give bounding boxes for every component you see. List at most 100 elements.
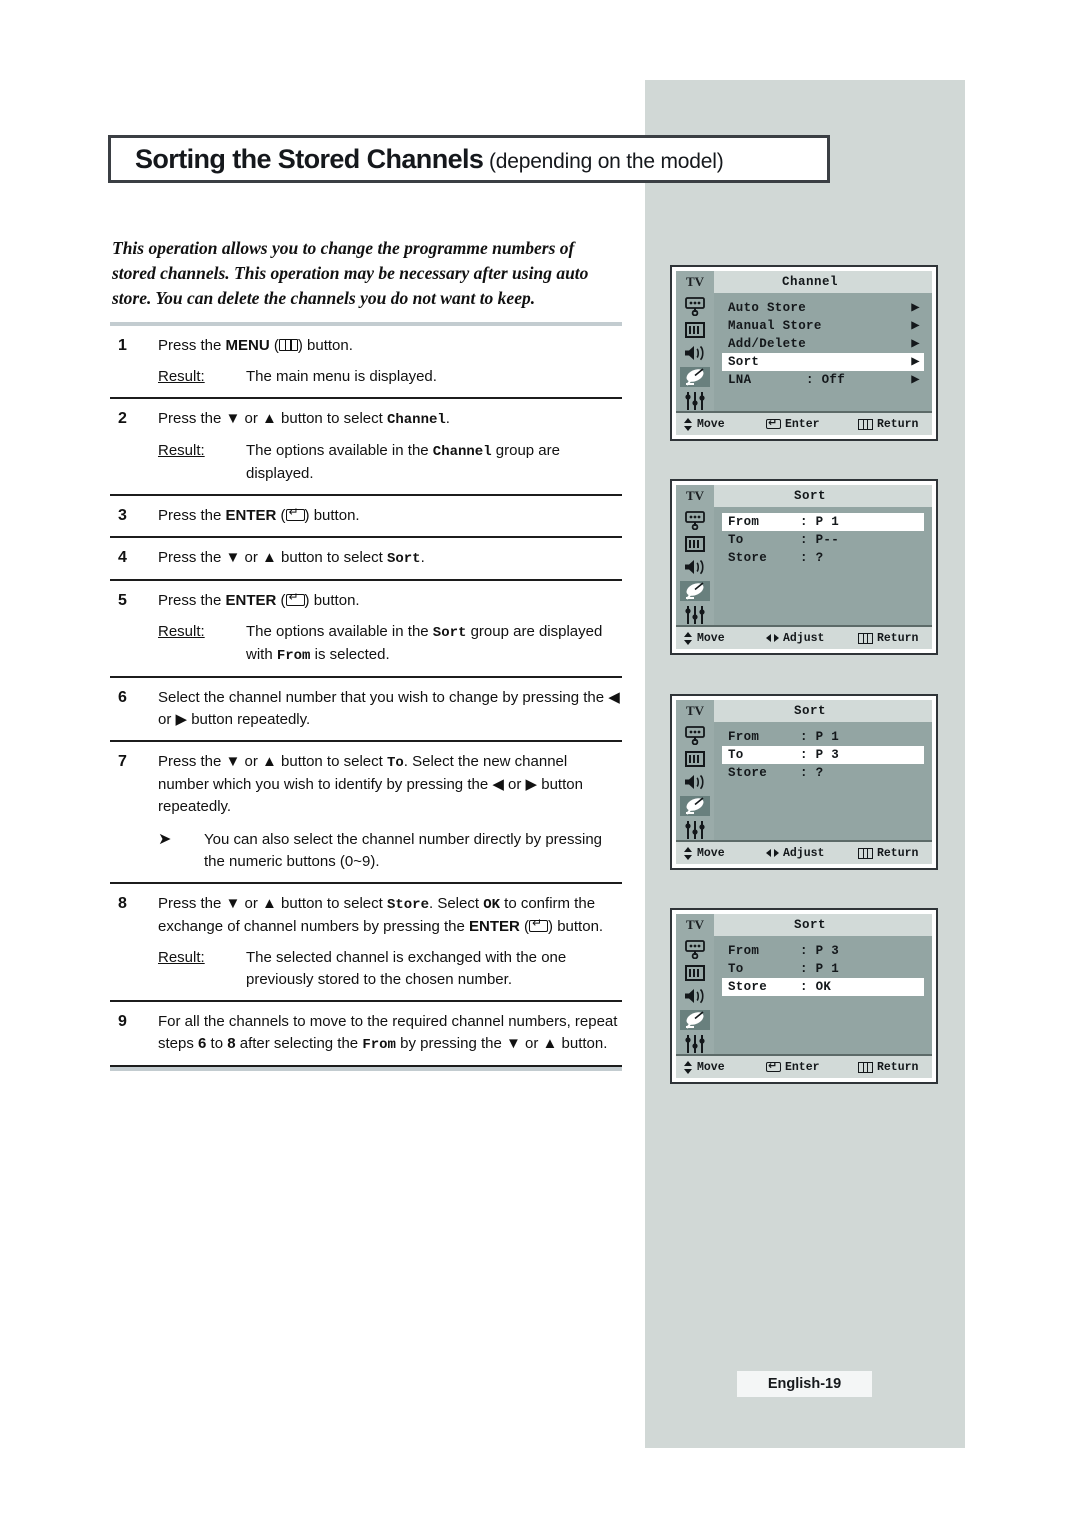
sliders-icon[interactable] xyxy=(680,1033,710,1054)
picture-icon[interactable] xyxy=(680,296,710,317)
step-text: to xyxy=(206,1035,228,1052)
osd-title: Channel xyxy=(781,275,838,289)
osd-sidebar xyxy=(676,293,714,411)
step-body: Press the ENTER (↵) button. Result: The … xyxy=(158,590,622,667)
bars-icon[interactable] xyxy=(680,963,710,984)
osd-row-manual-store[interactable]: Manual Store ▶ xyxy=(722,317,924,335)
osd-row-label: To xyxy=(728,533,744,547)
osd-row-from[interactable]: From : P 1 xyxy=(722,513,924,531)
osd-footer-move: Move xyxy=(684,846,766,860)
result-text: The main menu is displayed. xyxy=(246,368,437,385)
enter-button-icon: ↵ xyxy=(529,917,549,932)
result-row: Result: The selected channel is exchange… xyxy=(158,947,622,991)
chevron-right-icon: ▶ xyxy=(911,300,920,316)
picture-icon[interactable] xyxy=(680,510,710,531)
osd-footer-return: Return xyxy=(858,1061,918,1074)
step-text: ) button. xyxy=(304,592,360,609)
osd-row-to[interactable]: To : P-- xyxy=(722,531,924,549)
result-label: Result: xyxy=(158,368,205,385)
picture-icon[interactable] xyxy=(680,939,710,960)
speaker-icon[interactable] xyxy=(680,986,710,1007)
osd-row-label: Sort xyxy=(728,355,760,369)
osd-row-from[interactable]: From : P 1 xyxy=(722,728,924,746)
osd-row-label: Store xyxy=(728,980,768,994)
step-5: 5 Press the ENTER (↵) button. Result: Th… xyxy=(110,581,622,678)
osd-row-from[interactable]: From : P 3 xyxy=(722,942,924,960)
osd-row-value: : P-- xyxy=(800,533,840,547)
osd-keyword: From xyxy=(362,1037,396,1053)
enter-keyword: ENTER xyxy=(225,592,277,609)
osd-footer-label: Adjust xyxy=(783,846,825,860)
satellite-dish-icon[interactable] xyxy=(680,1009,710,1031)
osd-row-auto-store[interactable]: Auto Store ▶ xyxy=(722,299,924,317)
osd-footer: Move Enter Return xyxy=(676,411,932,435)
osd-footer-label: Return xyxy=(877,1060,919,1074)
osd-row-value: : P 3 xyxy=(800,944,840,958)
result-row: Result: The main menu is displayed. xyxy=(158,366,622,388)
osd-footer-label: Move xyxy=(697,1060,725,1074)
enter-button-icon: ↵ xyxy=(285,591,305,606)
picture-icon[interactable] xyxy=(680,725,710,746)
osd-row-value: : P 1 xyxy=(800,962,840,976)
step-number: 6 xyxy=(118,689,127,706)
result-text: The selected channel is exchanged with t… xyxy=(246,949,567,988)
osd-row-add-delete[interactable]: Add/Delete ▶ xyxy=(722,335,924,353)
arrow-bullet-icon: ➤ xyxy=(158,831,172,848)
osd-content: From : P 3 To : P 1 Store : OK xyxy=(714,936,932,1054)
page-title-main: Sorting the Stored Channels xyxy=(135,143,484,174)
result-text: The options available in the Sort group … xyxy=(246,621,622,667)
osd-row-lna[interactable]: LNA : Off ▶ xyxy=(722,371,924,389)
sliders-icon[interactable] xyxy=(680,390,710,411)
osd-row-label: From xyxy=(728,515,760,529)
step-body: Press the ▼ or ▲ button to select Sort. xyxy=(158,547,622,570)
step-body: Press the ENTER (↵) button. xyxy=(158,505,622,527)
step-text: Press the ▼ or ▲ button to select xyxy=(158,753,387,770)
left-right-arrows-icon xyxy=(766,633,779,643)
osd-row-sort[interactable]: Sort ▶ xyxy=(722,353,924,371)
osd-row-label: From xyxy=(728,944,760,958)
bars-icon[interactable] xyxy=(680,749,710,770)
osd-screenshot-sort-store-ok: TV Sort From: P 3 To: P 1 Store: OK M… xyxy=(670,908,938,1084)
osd-row-store[interactable]: Store : ? xyxy=(722,549,924,567)
bars-icon[interactable] xyxy=(680,534,710,555)
sliders-icon[interactable] xyxy=(680,604,710,625)
intro-paragraph: This operation allows you to change the … xyxy=(112,238,589,308)
step-1: 1 Press the MENU () button. Result: The … xyxy=(110,326,622,399)
osd-row-store[interactable]: Store : OK xyxy=(722,978,924,996)
osd-row-to[interactable]: To : P 3 xyxy=(722,746,924,764)
osd-titlebar: TV Sort xyxy=(676,914,932,936)
osd-titlebar: TV Channel xyxy=(676,271,932,293)
satellite-dish-icon[interactable] xyxy=(680,366,710,388)
speaker-icon[interactable] xyxy=(680,343,710,364)
satellite-dish-icon[interactable] xyxy=(680,580,710,602)
step-7: 7 Press the ▼ or ▲ button to select To. … xyxy=(110,742,622,884)
step-text: . xyxy=(420,549,425,566)
osd-keyword: Sort xyxy=(386,551,421,567)
osd-footer-return: Return xyxy=(858,632,918,645)
osd-row-to[interactable]: To : P 1 xyxy=(722,960,924,978)
osd-keyword: Store xyxy=(386,897,429,913)
sliders-icon[interactable] xyxy=(680,819,710,840)
step-text: . xyxy=(445,410,450,427)
osd-tv-label: TV xyxy=(676,700,714,722)
osd-footer-move: Move xyxy=(684,631,766,645)
note-text: You can also select the channel number d… xyxy=(204,831,603,870)
osd-row-label: To xyxy=(728,962,744,976)
osd-content: Auto Store ▶ Manual Store ▶ Add/Delete ▶… xyxy=(714,293,932,411)
osd-footer: Move Enter Return xyxy=(676,1054,932,1078)
osd-row-label: To xyxy=(728,748,744,762)
osd-titlebar: TV Sort xyxy=(676,700,932,722)
osd-footer-mid: Enter xyxy=(766,1059,858,1074)
satellite-dish-icon[interactable] xyxy=(680,795,710,817)
step-body: Press the ▼ or ▲ button to select Channe… xyxy=(158,408,622,485)
osd-tv-label: TV xyxy=(676,914,714,936)
speaker-icon[interactable] xyxy=(680,772,710,793)
step-text: ) button. xyxy=(297,337,353,354)
step-text: Press the xyxy=(158,507,226,524)
step-text: ( xyxy=(276,592,286,609)
page-title-sub: (depending on the model) xyxy=(483,149,724,173)
bars-icon[interactable] xyxy=(680,320,710,341)
osd-row-store[interactable]: Store : ? xyxy=(722,764,924,782)
osd-footer-move: Move xyxy=(684,417,766,431)
speaker-icon[interactable] xyxy=(680,557,710,578)
